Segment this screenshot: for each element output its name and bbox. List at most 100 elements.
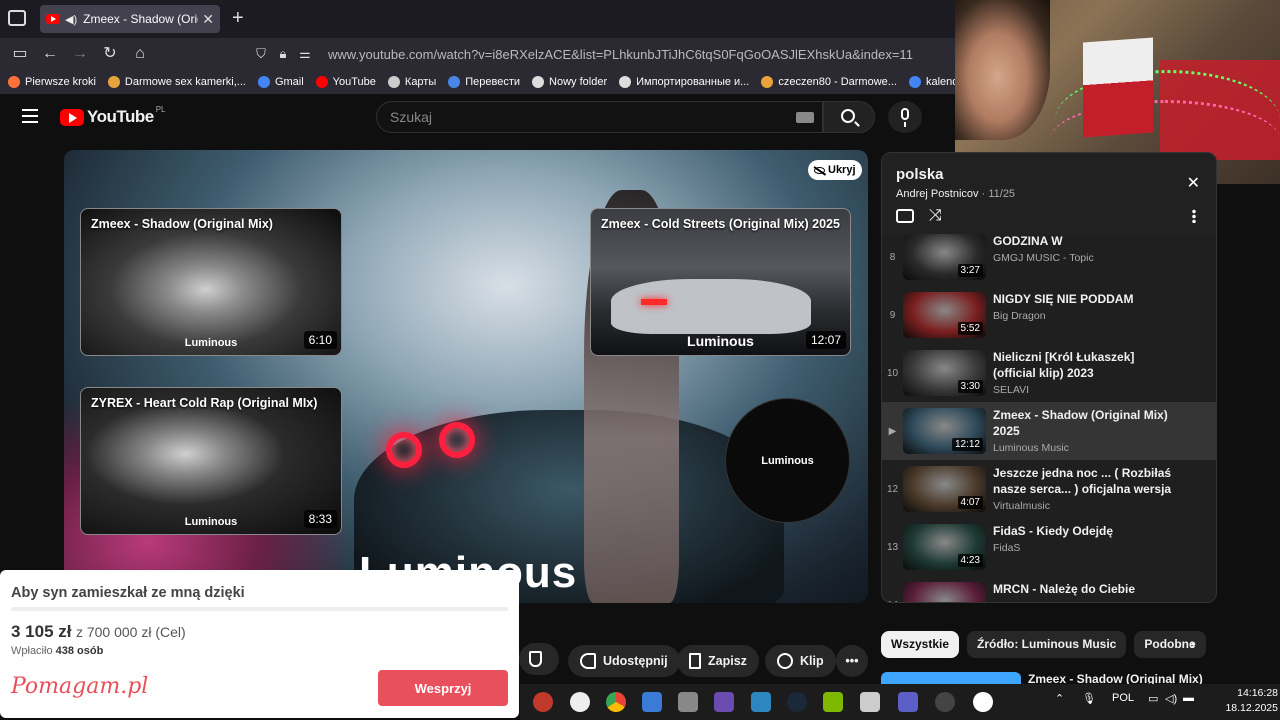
language-indicator[interactable]: POL (1112, 692, 1134, 704)
search-button[interactable] (823, 101, 875, 133)
video-player[interactable]: Ukryj Zmeex - Shadow (Original Mix) Lumi… (64, 150, 868, 603)
bookmark-favicon-icon (107, 76, 120, 88)
back-icon[interactable]: ← (40, 44, 60, 64)
playlist-item[interactable]: 145:27 MRCN - Należę do Ciebie MRCN (882, 576, 1216, 602)
voice-search-button[interactable] (888, 101, 922, 133)
browser-tab-active[interactable]: ◀) Zmeex - Shadow (Original M ✕ (40, 5, 220, 33)
speaker-icon[interactable]: ◀) (65, 13, 77, 26)
chevron-right-icon[interactable]: › (1190, 636, 1195, 654)
steam-icon[interactable] (787, 692, 807, 712)
app-icon[interactable] (570, 692, 590, 712)
playlist-item-channel: FidaS (993, 542, 1021, 554)
bookmark-favicon-icon (387, 76, 400, 88)
obs-icon[interactable] (935, 692, 955, 712)
playlist-thumbnail[interactable]: 5:27 (903, 582, 986, 602)
save-button[interactable]: Zapisz (677, 645, 759, 677)
new-tab-button[interactable]: + (232, 8, 244, 28)
endscreen-subscribe-channel[interactable]: Luminous (725, 398, 850, 523)
shield-icon[interactable]: ⛉ (250, 46, 272, 62)
volume-icon[interactable]: ◁) (1165, 692, 1177, 705)
bookmark-item[interactable]: Pierwsze kroki (8, 76, 96, 88)
system-clock[interactable]: 14:16:28 18.12.2025 (1210, 686, 1278, 716)
playlist-thumbnail[interactable]: 5:52 (903, 292, 986, 338)
filter-chip[interactable]: Wszystkie (881, 630, 960, 658)
network-icon[interactable]: ▭ (1148, 692, 1158, 705)
share-button[interactable]: Udostępnij (568, 645, 680, 677)
more-actions-button[interactable]: ••• (836, 645, 868, 677)
keyboard-icon[interactable] (796, 112, 814, 123)
bookmark-item[interactable]: Darmowe sex kamerki,... (107, 76, 246, 88)
photos-icon[interactable] (751, 692, 771, 712)
playlist-thumbnail[interactable]: 3:27 (903, 234, 986, 280)
playlist-title[interactable]: polska (896, 166, 944, 183)
menu-icon[interactable] (22, 109, 38, 123)
playlist-item[interactable]: ▶ 12:12 Zmeex - Shadow (Original Mix) 2025… (882, 402, 1216, 460)
forward-icon[interactable]: → (70, 44, 90, 64)
playlist-item-channel: Big Dragon (993, 310, 1046, 322)
app-icon[interactable] (533, 692, 553, 712)
filter-chip[interactable]: Źródło: Luminous Music (967, 630, 1127, 658)
donation-widget: Aby syn zamieszkał ze mną dzięki 3 105 z… (0, 570, 519, 718)
loop-icon[interactable] (896, 209, 914, 223)
endscreen-video-card[interactable]: Zmeex - Shadow (Original Mix) Luminous 6… (80, 208, 342, 356)
playlist-item[interactable]: 13 4:23 FidaS - Kiedy Odejdę FidaS (882, 518, 1216, 576)
pomagam-logo[interactable]: Pomagam.pl (11, 674, 148, 699)
endscreen-video-card[interactable]: ZYREX - Heart Cold Rap (Original MIx) Lu… (80, 387, 342, 535)
screen: ◀) Zmeex - Shadow (Original M ✕ + ▭ ← → … (0, 0, 1280, 720)
playlist-item-channel: SELAVI (993, 384, 1029, 396)
playlist-item[interactable]: 10 3:30 Nieliczni [Król Łukaszek] (officia… (882, 344, 1216, 402)
lock-icon[interactable]: 🔒︎ (272, 46, 294, 62)
bookmark-item[interactable]: Gmail (257, 76, 304, 88)
playlist-thumbnail[interactable]: 4:07 (903, 466, 986, 512)
bookmark-item[interactable]: Импортированные и... (619, 76, 749, 88)
chrome-icon[interactable] (606, 692, 626, 712)
support-button[interactable]: Wesprzyj (378, 670, 508, 706)
playlist-items: 8 3:27 GODZINA W GMGJ MUSIC - Topic 9 5:52 NIG… (882, 228, 1216, 602)
shuffle-icon[interactable]: ⤨ (929, 207, 942, 225)
teams-icon[interactable] (898, 692, 918, 712)
tab-list-icon[interactable] (8, 10, 26, 26)
address-bar[interactable]: ⛉ 🔒︎ ⚌ www.youtube.com/watch?v=i8eRXelzA… (250, 41, 950, 67)
bookmark-item[interactable]: Nowy folder (532, 76, 607, 88)
bookmark-item[interactable]: Карты (387, 76, 436, 88)
bookmark-item[interactable]: Перевести (448, 76, 520, 88)
bookmark-label: Pierwsze kroki (25, 76, 96, 88)
bookmark-item[interactable]: czeczen80 - Darmowe... (761, 76, 897, 88)
bookmark-item[interactable]: kalendarz meczów eur... (908, 76, 955, 88)
sidebar-toggle-icon[interactable]: ▭ (10, 44, 30, 64)
bookmark-label: czeczen80 - Darmowe... (778, 76, 897, 88)
more-options-icon[interactable] (1192, 209, 1196, 223)
url-text[interactable]: www.youtube.com/watch?v=i8eRXelzACE&list… (328, 47, 913, 62)
playlist-thumbnail[interactable]: 4:23 (903, 524, 986, 570)
reload-icon[interactable]: ↻ (100, 44, 120, 64)
clip-button[interactable]: Klip (765, 645, 836, 677)
search-input[interactable]: Szukaj (376, 101, 823, 133)
app-icon[interactable] (860, 692, 880, 712)
permissions-icon[interactable]: ⚌ (294, 46, 316, 62)
playlist-item[interactable]: 12 4:07 Jeszcze jedna noc ... ( Rozbiłaś n… (882, 460, 1216, 518)
home-icon[interactable]: ⌂ (130, 44, 150, 64)
chevron-up-icon[interactable]: ⌃ (1055, 692, 1064, 705)
playlist-item[interactable]: 8 3:27 GODZINA W GMGJ MUSIC - Topic (882, 228, 1216, 286)
youtube-logo[interactable]: YouTube PL (60, 105, 166, 127)
endscreen-video-card[interactable]: Zmeex - Cold Streets (Original Mix) 2025… (590, 208, 851, 356)
yandex-browser-icon[interactable] (973, 692, 993, 712)
close-tab-icon[interactable]: ✕ (202, 11, 214, 28)
battery-icon[interactable]: ▬ (1183, 692, 1194, 704)
playlist-thumbnail[interactable]: 12:12 (903, 408, 986, 454)
close-icon[interactable]: ✕ (1187, 173, 1200, 193)
playlist-item[interactable]: 9 5:52 NIGDY SIĘ NIE PODDAM Big Dragon (882, 286, 1216, 344)
playlist-duration: 3:30 (957, 380, 983, 393)
playlist-thumbnail[interactable]: 3:30 (903, 350, 986, 396)
dislike-button[interactable] (519, 643, 559, 675)
app-icon[interactable] (678, 692, 698, 712)
app-icon[interactable] (642, 692, 662, 712)
playlist-index: 12 (886, 484, 899, 495)
app-icon[interactable] (823, 692, 843, 712)
playlist-owner[interactable]: Andrej Postnicov (896, 188, 979, 200)
hide-endscreen-button[interactable]: Ukryj (808, 160, 862, 180)
microphone-icon[interactable]: 🎙︎ (1082, 692, 1096, 705)
app-icon[interactable] (714, 692, 734, 712)
bookmark-item[interactable]: YouTube (315, 76, 376, 88)
playlist-item-info: GODZINA W GMGJ MUSIC - Topic (993, 228, 1173, 286)
